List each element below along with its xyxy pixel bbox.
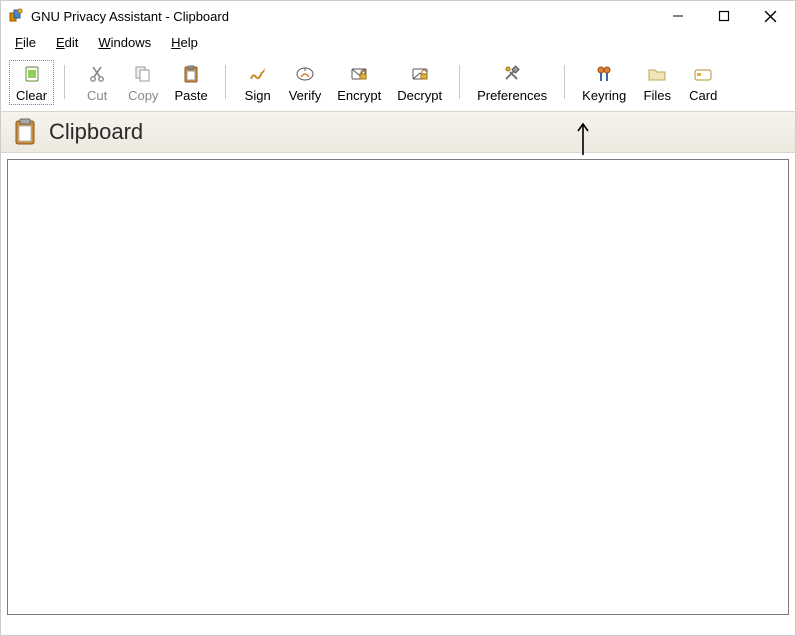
content-area [1,153,795,624]
section-header: Clipboard [1,111,795,153]
cut-button[interactable]: Cut [75,60,119,105]
menu-windows[interactable]: Windows [90,33,159,52]
separator [564,65,565,99]
card-button[interactable]: Card [681,60,725,105]
keyring-icon [593,63,615,85]
titlebar: GNU Privacy Assistant - Clipboard [1,1,795,31]
verify-label: Verify [289,89,322,102]
encrypt-label: Encrypt [337,89,381,102]
paste-icon [180,63,202,85]
files-button[interactable]: Files [635,60,679,105]
close-button[interactable] [747,1,793,31]
minimize-button[interactable] [655,1,701,31]
separator [459,65,460,99]
clear-label: Clear [16,89,47,102]
encrypt-icon [348,63,370,85]
clipboard-icon [11,118,39,146]
menu-help[interactable]: Help [163,33,206,52]
paste-label: Paste [174,89,207,102]
annotation-arrow [575,121,591,160]
decrypt-button[interactable]: Decrypt [390,60,449,105]
decrypt-label: Decrypt [397,89,442,102]
menubar: File Edit Windows Help [1,31,795,56]
clear-button[interactable]: Clear [9,60,54,105]
folder-icon [646,63,668,85]
sign-label: Sign [245,89,271,102]
sign-button[interactable]: Sign [236,60,280,105]
preferences-label: Preferences [477,89,547,102]
card-icon [692,63,714,85]
separator [225,65,226,99]
card-label: Card [689,89,717,102]
sign-icon [247,63,269,85]
menu-file[interactable]: File [7,33,44,52]
decrypt-icon [409,63,431,85]
verify-button[interactable]: Verify [282,60,329,105]
clear-icon [21,63,43,85]
cut-label: Cut [87,89,107,102]
maximize-button[interactable] [701,1,747,31]
separator [64,65,65,99]
toolbar: Clear Cut Copy [1,56,795,111]
section-title: Clipboard [49,119,143,145]
verify-icon [294,63,316,85]
window-title: GNU Privacy Assistant - Clipboard [31,9,655,24]
preferences-button[interactable]: Preferences [470,60,554,105]
paste-button[interactable]: Paste [167,60,214,105]
window-controls [655,1,793,31]
keyring-label: Keyring [582,89,626,102]
copy-label: Copy [128,89,158,102]
files-label: Files [644,89,671,102]
preferences-icon [501,63,523,85]
menu-edit[interactable]: Edit [48,33,86,52]
scissors-icon [86,63,108,85]
app-icon [7,7,25,25]
copy-button[interactable]: Copy [121,60,165,105]
clipboard-textarea[interactable] [7,159,789,615]
keyring-button[interactable]: Keyring [575,60,633,105]
encrypt-button[interactable]: Encrypt [330,60,388,105]
copy-icon [132,63,154,85]
